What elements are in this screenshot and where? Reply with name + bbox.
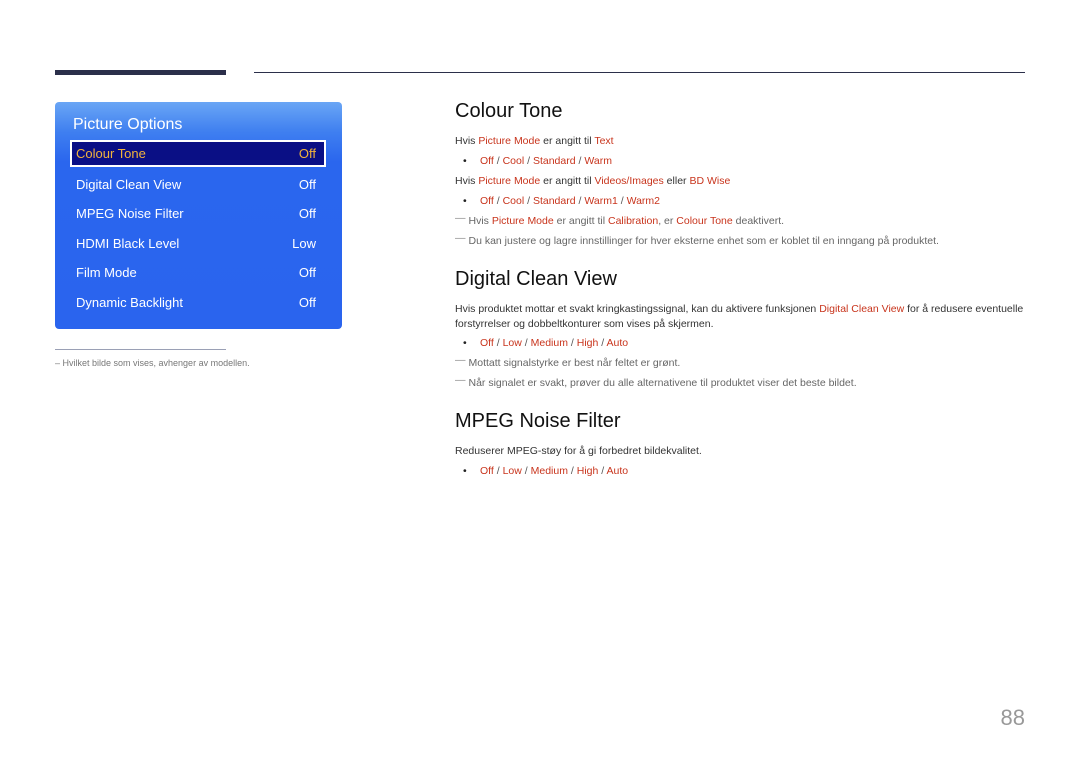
- option: Standard: [532, 155, 576, 167]
- menu-item-value: Off: [298, 265, 316, 280]
- bullet-icon: •: [463, 195, 467, 207]
- menu-item-label: Digital Clean View: [76, 177, 182, 192]
- options-list: • Off / Low / Medium / High / Auto: [463, 465, 629, 477]
- header-rule-thick: [55, 70, 226, 75]
- menu-item-value: Off: [298, 146, 316, 161]
- section-title-mpeg-noise-filter: MPEG Noise Filter: [455, 410, 621, 432]
- section-title-colour-tone: Colour Tone: [455, 100, 563, 122]
- menu-item-value: Off: [298, 295, 316, 310]
- note: — Når signalet er svakt, prøver du alle a…: [455, 374, 857, 389]
- menu-item-value: Off: [298, 177, 316, 192]
- highlight: Colour Tone: [676, 215, 733, 227]
- text: Når signalet er svakt, prøver du alle al…: [468, 377, 857, 389]
- text: er angitt til: [540, 175, 595, 187]
- header-rule-thin: [254, 72, 1025, 73]
- option: Warm2: [626, 195, 661, 207]
- option: Low: [502, 465, 522, 477]
- note-dash-icon: —: [455, 212, 466, 224]
- option: High: [576, 465, 599, 477]
- menu-item-label: HDMI Black Level: [76, 236, 180, 251]
- option: Low: [502, 337, 522, 349]
- highlight: Calibration: [608, 215, 659, 227]
- option: Auto: [606, 337, 629, 349]
- highlight: Digital Clean View: [819, 303, 905, 315]
- option: Medium: [530, 337, 568, 349]
- menu-item-mpeg-noise-filter[interactable]: MPEG Noise Filter Off: [70, 200, 326, 227]
- option: Off: [480, 155, 494, 167]
- section-title-digital-clean-view: Digital Clean View: [455, 268, 617, 290]
- options-list: • Off / Cool / Standard / Warm: [463, 155, 612, 167]
- menu-item-dynamic-backlight[interactable]: Dynamic Backlight Off: [70, 289, 326, 316]
- option: Off: [480, 195, 494, 207]
- option: High: [576, 337, 599, 349]
- text: er angitt til: [540, 135, 595, 147]
- option: Cool: [502, 195, 525, 207]
- menu-item-label: Film Mode: [76, 265, 137, 280]
- note-dash-icon: —: [455, 374, 466, 386]
- text: eller: [663, 175, 690, 187]
- note: — Du kan justere og lagre innstillinger f…: [455, 232, 939, 247]
- option: Off: [480, 465, 494, 477]
- highlight: Videos/Images: [594, 175, 664, 187]
- highlight: BD Wise: [689, 175, 731, 187]
- option: Warm1: [584, 195, 618, 207]
- page-number: 88: [1000, 705, 1025, 730]
- description: Hvis produktet mottar et svakt kringkast…: [455, 302, 1025, 332]
- option: Standard: [532, 195, 576, 207]
- highlight: Picture Mode: [491, 215, 554, 227]
- footnote: – Hvilket bilde som vises, avhenger av m…: [55, 358, 250, 368]
- menu-title: Picture Options: [73, 116, 183, 133]
- note-dash-icon: —: [455, 354, 466, 366]
- note: — Mottatt signalstyrke er best når feltet…: [455, 354, 681, 369]
- menu-item-value: Low: [292, 236, 316, 251]
- condition-text: Hvis Picture Mode er angitt til Videos/I…: [455, 175, 730, 187]
- bullet-icon: •: [463, 465, 467, 477]
- options-list: • Off / Cool / Standard / Warm1 / Warm2: [463, 195, 661, 207]
- option: Medium: [530, 465, 568, 477]
- menu-item-value: Off: [298, 206, 316, 221]
- text: Du kan justere og lagre innstillinger fo…: [468, 235, 939, 247]
- text: Hvis: [468, 215, 492, 227]
- bullet-icon: •: [463, 337, 467, 349]
- text: Hvis: [455, 175, 479, 187]
- highlight: Picture Mode: [478, 135, 541, 147]
- option: Warm: [584, 155, 612, 167]
- condition-text: Hvis Picture Mode er angitt til Text: [455, 135, 614, 147]
- text: er angitt til: [553, 215, 608, 227]
- menu-item-film-mode[interactable]: Film Mode Off: [70, 259, 326, 286]
- text: Hvis: [455, 135, 479, 147]
- option: Auto: [606, 465, 629, 477]
- option: Off: [480, 337, 494, 349]
- description: Reduserer MPEG-støy for å gi forbedret b…: [455, 445, 702, 457]
- menu-item-colour-tone[interactable]: Colour Tone Off: [70, 140, 326, 167]
- text: deaktivert.: [732, 215, 785, 227]
- picture-options-menu: Picture Options Colour Tone Off Digital …: [55, 102, 342, 329]
- menu-item-digital-clean-view[interactable]: Digital Clean View Off: [70, 171, 326, 198]
- text: , er: [658, 215, 677, 227]
- menu-item-label: MPEG Noise Filter: [76, 206, 184, 221]
- options-list: • Off / Low / Medium / High / Auto: [463, 337, 629, 349]
- menu-item-label: Colour Tone: [76, 146, 146, 161]
- option: Cool: [502, 155, 525, 167]
- text: Mottatt signalstyrke er best når feltet …: [468, 357, 681, 369]
- note: — Hvis Picture Mode er angitt til Calibra…: [455, 212, 785, 227]
- text: Hvis produktet mottar et svakt kringkast…: [455, 303, 820, 315]
- highlight: Text: [594, 135, 614, 147]
- menu-item-hdmi-black-level[interactable]: HDMI Black Level Low: [70, 230, 326, 257]
- note-dash-icon: —: [455, 232, 466, 244]
- footnote-rule: [55, 349, 226, 350]
- bullet-icon: •: [463, 155, 467, 167]
- menu-item-label: Dynamic Backlight: [76, 295, 183, 310]
- highlight: Picture Mode: [478, 175, 541, 187]
